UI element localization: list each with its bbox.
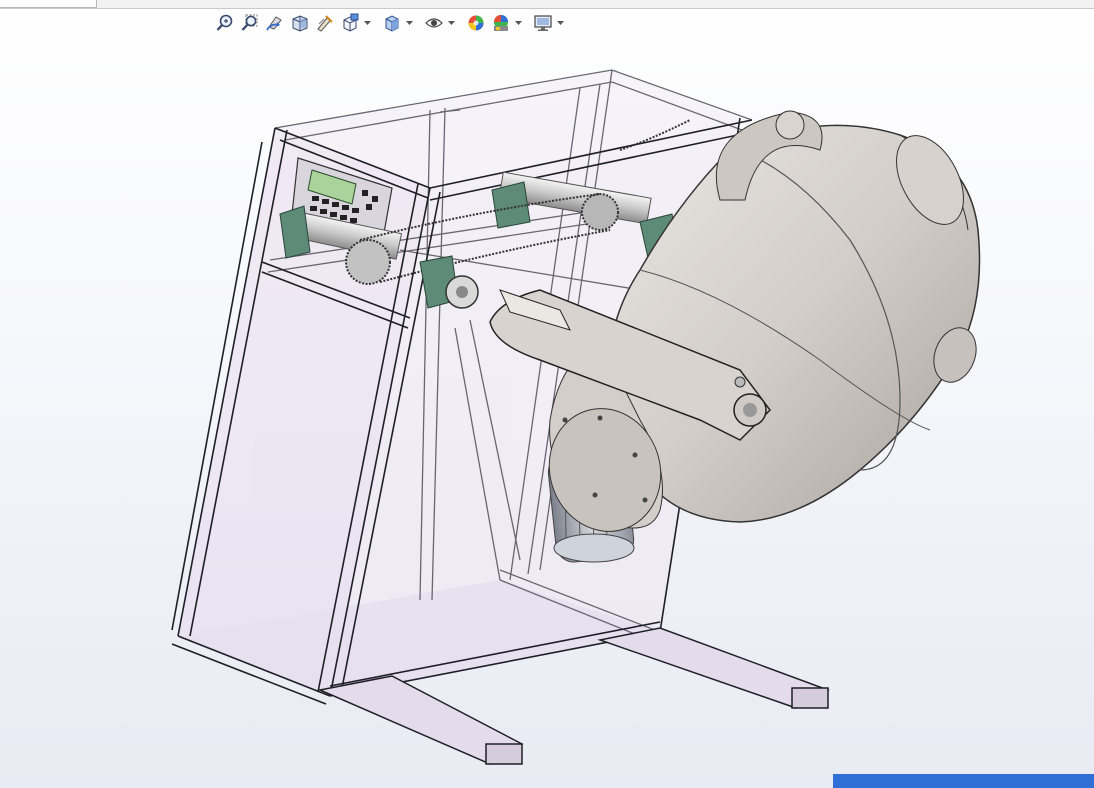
mixer-assembly-model[interactable] — [0, 38, 1094, 774]
window-top-bar — [0, 0, 1094, 9]
zoom-to-fit-icon — [216, 14, 233, 31]
apply-scene-button[interactable] — [490, 12, 512, 34]
dynamic-annotation-icon — [317, 15, 333, 32]
zoom-to-area-button[interactable] — [239, 12, 261, 34]
chevron-down-icon — [557, 20, 564, 25]
view-orientation-button[interactable] — [339, 12, 361, 34]
eye-icon — [425, 18, 443, 28]
display-style-button[interactable] — [381, 12, 403, 34]
chevron-down-icon — [515, 20, 522, 25]
hide-show-items-dropdown[interactable] — [448, 12, 455, 34]
zoom-to-fit-button[interactable] — [214, 12, 236, 34]
chevron-down-icon — [364, 20, 371, 25]
view-orientation-dropdown[interactable] — [364, 12, 371, 34]
appearance-icon — [468, 15, 484, 31]
section-view-icon — [292, 15, 308, 32]
previous-view-icon — [266, 16, 282, 31]
dynamic-annotation-button[interactable] — [314, 12, 336, 34]
chevron-down-icon — [448, 20, 455, 25]
hide-show-items-button[interactable] — [423, 12, 445, 34]
taskbar-notification-edge — [833, 774, 1094, 788]
display-style-dropdown[interactable] — [406, 12, 413, 34]
chevron-down-icon — [406, 20, 413, 25]
graphics-viewport[interactable] — [0, 38, 1094, 774]
edit-appearance-button[interactable] — [465, 12, 487, 34]
scene-icon — [494, 15, 508, 31]
zoom-to-area-icon — [241, 14, 258, 31]
section-view-button[interactable] — [289, 12, 311, 34]
view-orientation-icon — [343, 13, 359, 32]
document-tab-edge[interactable] — [0, 0, 97, 8]
view-settings-button[interactable] — [532, 12, 554, 34]
view-settings-dropdown[interactable] — [557, 12, 564, 34]
display-style-icon — [385, 15, 399, 32]
apply-scene-dropdown[interactable] — [515, 12, 522, 34]
heads-up-view-toolbar — [214, 11, 564, 35]
previous-view-button[interactable] — [264, 12, 286, 34]
monitor-icon — [534, 15, 552, 31]
